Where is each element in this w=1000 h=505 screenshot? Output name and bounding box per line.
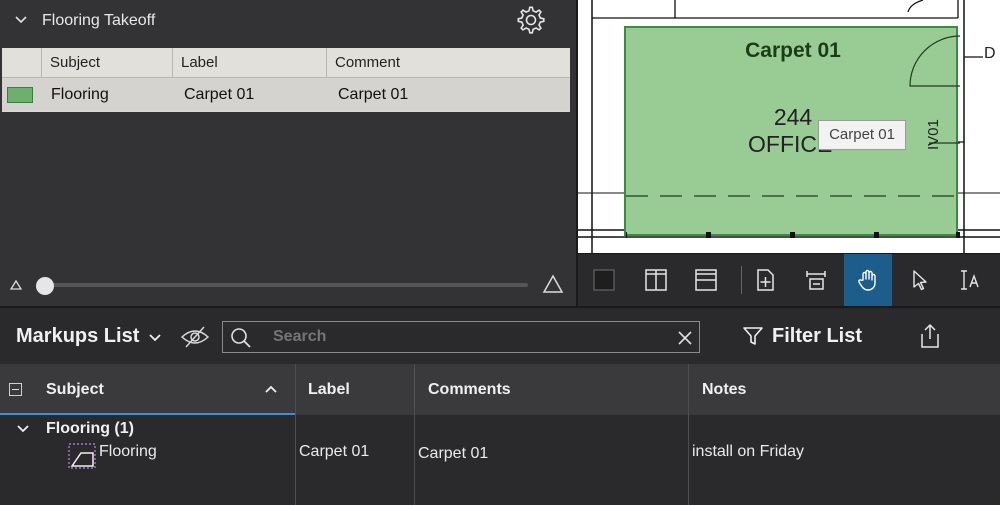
bluebeam-window: Flooring Takeoff Subject Label Comment F…	[0, 0, 1000, 505]
room-label: Carpet 01	[745, 39, 841, 62]
comments-column-header[interactable]: Comments	[428, 364, 511, 415]
hide-eye-icon[interactable]	[180, 325, 210, 354]
row-notes: install on Friday	[692, 443, 805, 460]
subject-column-header[interactable]: Subject	[42, 48, 173, 78]
small-triangle-icon	[9, 278, 23, 296]
area-markup-icon	[67, 441, 97, 476]
column-divider[interactable]	[414, 364, 415, 505]
takeoff-grid-header: Subject Label Comment	[2, 48, 570, 78]
drawing-canvas[interactable]: Carpet 01 244 OFFICE Carpet 01 IV01 D	[578, 0, 1000, 253]
label-column-header[interactable]: Label	[308, 364, 350, 415]
markup-tooltip: Carpet 01	[818, 120, 906, 150]
pan-hand-icon[interactable]	[844, 254, 892, 306]
filter-list-label: Filter List	[772, 324, 863, 347]
color-column-header[interactable]	[2, 48, 42, 78]
label-column-header[interactable]: Label	[173, 48, 327, 78]
text-select-icon[interactable]	[948, 254, 996, 306]
group-expand-chevron-icon[interactable]	[16, 422, 30, 440]
carpet-area-markup[interactable]: Carpet 01 244 OFFICE	[624, 26, 960, 238]
column-divider[interactable]	[688, 364, 689, 505]
search-box[interactable]	[222, 321, 700, 353]
flooring-takeoff-panel: Flooring Takeoff Subject Label Comment F…	[0, 0, 576, 306]
single-page-icon[interactable]	[580, 254, 628, 306]
takeoff-row-subject: Flooring	[51, 86, 109, 103]
takeoff-title: Flooring Takeoff	[42, 12, 156, 29]
search-icon	[229, 326, 253, 355]
sort-ascending-icon[interactable]	[264, 382, 278, 400]
page-add-icon[interactable]	[741, 254, 789, 306]
opacity-slider[interactable]	[0, 268, 576, 300]
column-divider[interactable]	[295, 364, 296, 505]
takeoff-row[interactable]: Flooring Carpet 01 Carpet 01	[2, 79, 570, 111]
split-horizontal-icon[interactable]	[682, 254, 730, 306]
export-icon[interactable]	[918, 323, 942, 354]
split-vertical-icon[interactable]	[632, 254, 680, 306]
gear-icon[interactable]	[516, 5, 546, 40]
takeoff-row-comment: Carpet 01	[338, 86, 409, 103]
markups-list-title[interactable]: Markups List	[16, 325, 139, 348]
group-header[interactable]: Flooring (1)	[46, 420, 134, 438]
filter-list-button[interactable]: Filter List	[742, 323, 862, 349]
color-swatch	[7, 87, 33, 103]
collapse-chevron-icon[interactable]	[14, 13, 28, 32]
takeoff-grid: Subject Label Comment Flooring Carpet 01…	[2, 48, 570, 112]
notes-column-header[interactable]: Notes	[702, 364, 746, 415]
wall-tag: IV01	[925, 119, 942, 150]
slider-track[interactable]	[38, 283, 528, 287]
room-number: 244	[773, 104, 813, 130]
comment-column-header[interactable]: Comment	[327, 48, 570, 78]
select-arrow-icon[interactable]	[896, 254, 944, 306]
markups-list-toolbar: Markups List Filter List	[0, 308, 1000, 364]
clear-search-icon[interactable]	[675, 328, 695, 353]
filter-icon	[743, 327, 763, 345]
dimension-icon[interactable]	[792, 254, 840, 306]
markups-table: Subject Label Comments Notes Flooring (1…	[0, 364, 1000, 505]
large-triangle-icon	[542, 274, 564, 299]
row-subject: Flooring	[99, 443, 157, 460]
chevron-down-icon[interactable]	[148, 331, 162, 349]
search-input[interactable]	[273, 328, 653, 346]
door-tag: D	[984, 45, 996, 62]
row-label: Carpet 01	[299, 443, 370, 460]
sorted-column-indicator	[0, 413, 295, 415]
row-comments: Carpet 01	[418, 445, 489, 462]
subject-column-header[interactable]: Subject	[46, 364, 104, 415]
canvas-toolbar	[578, 254, 1000, 306]
takeoff-header: Flooring Takeoff	[0, 0, 576, 46]
markups-table-header: Subject Label Comments Notes	[0, 364, 1000, 415]
slider-knob[interactable]	[36, 277, 54, 295]
collapse-all-icon[interactable]	[9, 383, 22, 396]
takeoff-row-label: Carpet 01	[184, 86, 255, 103]
